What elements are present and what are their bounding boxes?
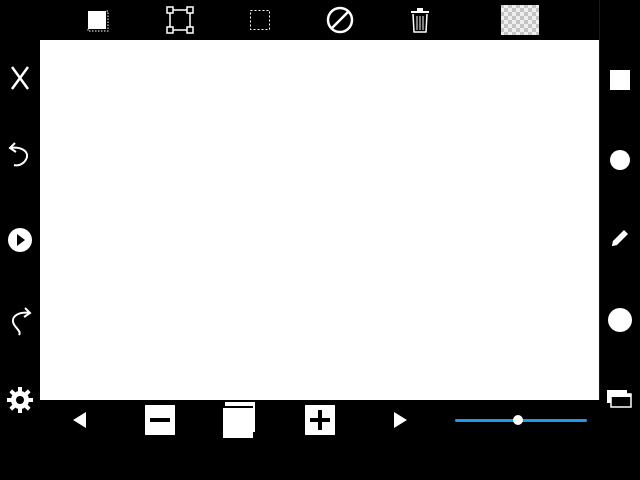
top-toolbar <box>40 0 600 40</box>
layers-button[interactable] <box>600 378 640 418</box>
layers-icon <box>607 390 632 408</box>
redo-button[interactable] <box>0 300 40 340</box>
close-icon <box>10 66 30 90</box>
bottom-toolbar <box>40 400 600 480</box>
zoom-in-button[interactable] <box>300 400 340 440</box>
pages-button[interactable] <box>217 400 257 440</box>
play-icon <box>8 228 32 252</box>
transparency-swatch-button[interactable] <box>500 0 540 40</box>
drawing-canvas[interactable] <box>40 40 600 400</box>
marquee-select-icon <box>250 10 270 30</box>
redo-icon <box>11 307 32 336</box>
minus-icon <box>145 405 175 435</box>
circle-shape-button[interactable] <box>600 140 640 180</box>
circle-shape-icon <box>610 150 630 170</box>
previous-button[interactable] <box>60 400 100 440</box>
close-button[interactable] <box>0 58 40 98</box>
play-button[interactable] <box>0 220 40 260</box>
transparency-swatch <box>501 5 539 35</box>
brush-size-slider[interactable] <box>455 412 587 428</box>
pencil-icon <box>612 230 628 246</box>
left-toolbar <box>0 0 41 480</box>
slider-thumb[interactable] <box>513 415 524 425</box>
square-shape-icon <box>610 70 630 90</box>
settings-button[interactable] <box>0 380 40 420</box>
zoom-out-button[interactable] <box>140 400 180 440</box>
undo-icon <box>8 142 29 167</box>
trash-icon <box>411 8 429 33</box>
no-symbol-icon <box>326 6 354 34</box>
fill-square-button[interactable] <box>77 0 117 40</box>
fill-square-icon <box>87 10 109 32</box>
undo-button[interactable] <box>0 134 40 174</box>
right-toolbar <box>599 0 640 480</box>
previous-arrow-icon <box>73 412 86 428</box>
transform-select-icon <box>166 6 194 34</box>
next-button[interactable] <box>380 400 420 440</box>
square-shape-button[interactable] <box>600 60 640 100</box>
transform-select-button[interactable] <box>160 0 200 40</box>
plus-icon <box>305 405 335 435</box>
delete-button[interactable] <box>400 0 440 40</box>
next-arrow-icon <box>394 412 407 428</box>
clear-button[interactable] <box>320 0 360 40</box>
settings-gear-icon <box>7 387 33 413</box>
marquee-select-button[interactable] <box>240 0 280 40</box>
brush-dot-icon <box>608 308 632 332</box>
pencil-button[interactable] <box>600 218 640 258</box>
pages-icon <box>221 402 255 438</box>
brush-dot-button[interactable] <box>600 300 640 340</box>
